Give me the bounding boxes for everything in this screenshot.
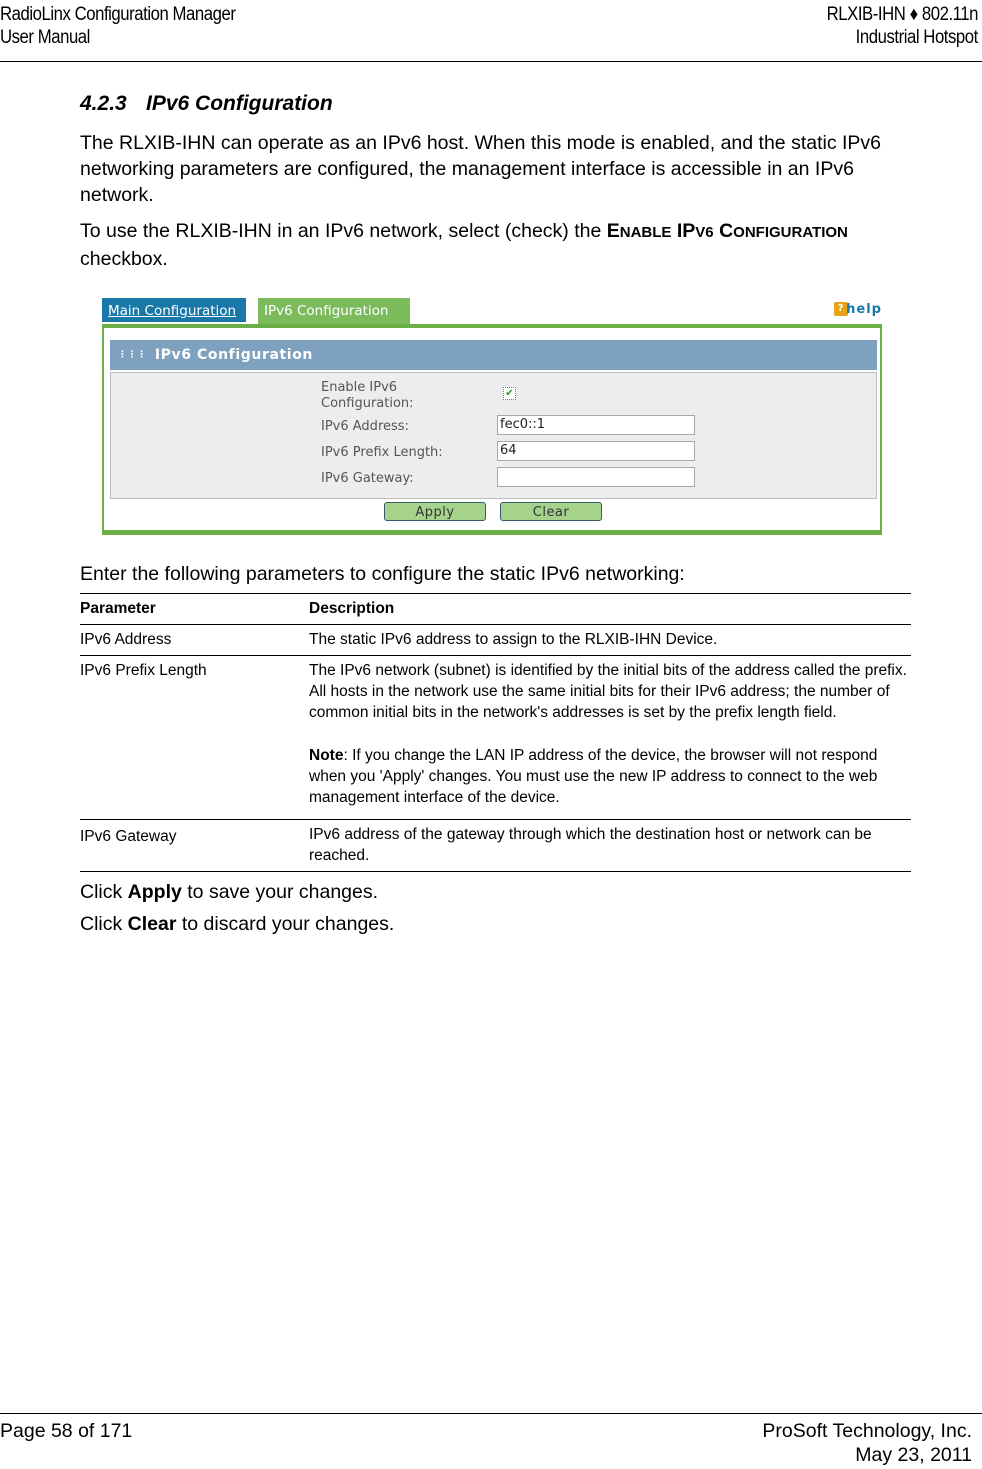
clear-term: Clear [127,913,177,935]
footer-divider [0,1413,982,1414]
section-number: 4.2.3 [80,92,127,115]
footer-date: May 23, 2011 [855,1444,972,1466]
clear-instruction-prefix: Click [80,913,128,935]
enable-ipv6-checkbox[interactable]: ✔ [503,387,516,400]
note-text: : If you change the LAN IP address of th… [309,747,878,806]
apply-term: Apply [127,881,182,903]
header-subtitle: User Manual [0,27,90,48]
row-divider [80,655,911,656]
table-header-description: Description [309,600,395,617]
help-label: help [846,302,882,317]
table-intro: Enter the following parameters to config… [80,563,685,585]
ipv6-address-label: IPv6 Address: [321,419,409,434]
table-header-rule [80,624,911,625]
clear-button[interactable]: Clear [500,502,602,521]
ipv6-config-screenshot: Main Configuration IPv6 Configuration ? h… [102,298,882,535]
term-enable-rest: NABLE [619,224,672,241]
term-ipv6-initial: IP [676,220,696,242]
row-note: Note: If you change the LAN IP address o… [309,745,909,808]
panel-title: IPv6 Configuration [154,347,313,363]
term-ipv6-rest: V6 [695,224,714,241]
apply-instruction-suffix: to save your changes. [181,881,379,903]
term-config-initial: C [719,220,734,242]
panel-title-bar: ⋮⋮⋮ IPv6 Configuration [110,340,877,370]
clear-instruction-suffix: to discard your changes. [176,913,395,935]
instruction-paragraph: To use the RLXIB-IHN in an IPv6 network,… [80,218,900,272]
apply-instruction: Click Apply to save your changes. [80,879,900,905]
apply-button[interactable]: Apply [384,502,486,521]
enable-ipv6-label: Enable IPv6 Configuration: [321,380,414,412]
ipv6-gateway-label: IPv6 Gateway: [321,471,414,486]
table-bottom-rule [80,871,911,872]
panel-body: Enable IPv6 Configuration: ✔ IPv6 Addres… [110,372,877,499]
help-link[interactable]: ? help [834,302,882,317]
enable-ipv6-label-line2: Configuration: [321,396,414,411]
row-parameter: IPv6 Address [80,631,172,648]
ipv6-address-input[interactable]: fec0::1 [497,415,695,435]
note-label: Note [309,747,344,764]
apply-instruction-prefix: Click [80,881,128,903]
term-config-rest: ONFIGURATION [733,224,848,241]
config-frame: ⋮⋮⋮ IPv6 Configuration Enable IPv6 Config… [102,324,882,535]
term-enable-initial: E [606,220,620,242]
row-description: The static IPv6 address to assign to the… [309,631,718,648]
page-number: Page 58 of 171 [0,1420,133,1442]
instruction-suffix: checkbox. [80,248,168,270]
tab-ipv6-configuration[interactable]: IPv6 Configuration [258,298,410,324]
intro-paragraph: The RLXIB-IHN can operate as an IPv6 hos… [80,132,882,206]
row-description: IPv6 address of the gateway through whic… [309,826,872,864]
ipv6-prefix-length-input[interactable]: 64 [497,441,695,461]
row-parameter: IPv6 Prefix Length [80,662,207,679]
table-top-rule [80,593,911,594]
section-heading: 4.2.3 IPv6 Configuration [80,92,333,116]
footer-company: ProSoft Technology, Inc. [762,1420,972,1442]
section-title: IPv6 Configuration [146,92,333,115]
ipv6-gateway-input[interactable] [497,467,695,487]
clear-instruction: Click Clear to discard your changes. [80,911,900,937]
row-description: The IPv6 network (subnet) is identified … [309,662,907,721]
header-product-type: Industrial Hotspot [855,27,979,48]
tab-main-configuration[interactable]: Main Configuration [102,298,246,324]
row-parameter: IPv6 Gateway [80,828,177,845]
table-header-parameter: Parameter [80,600,156,617]
header-divider [0,61,982,62]
enable-ipv6-label-line1: Enable IPv6 [321,380,398,395]
check-icon: ✔ [505,388,514,399]
row-divider [80,819,911,820]
instruction-text: To use the RLXIB-IHN in an IPv6 network,… [80,220,607,242]
grid-icon: ⋮⋮⋮ [118,350,147,360]
ipv6-prefix-length-label: IPv6 Prefix Length: [321,445,443,460]
